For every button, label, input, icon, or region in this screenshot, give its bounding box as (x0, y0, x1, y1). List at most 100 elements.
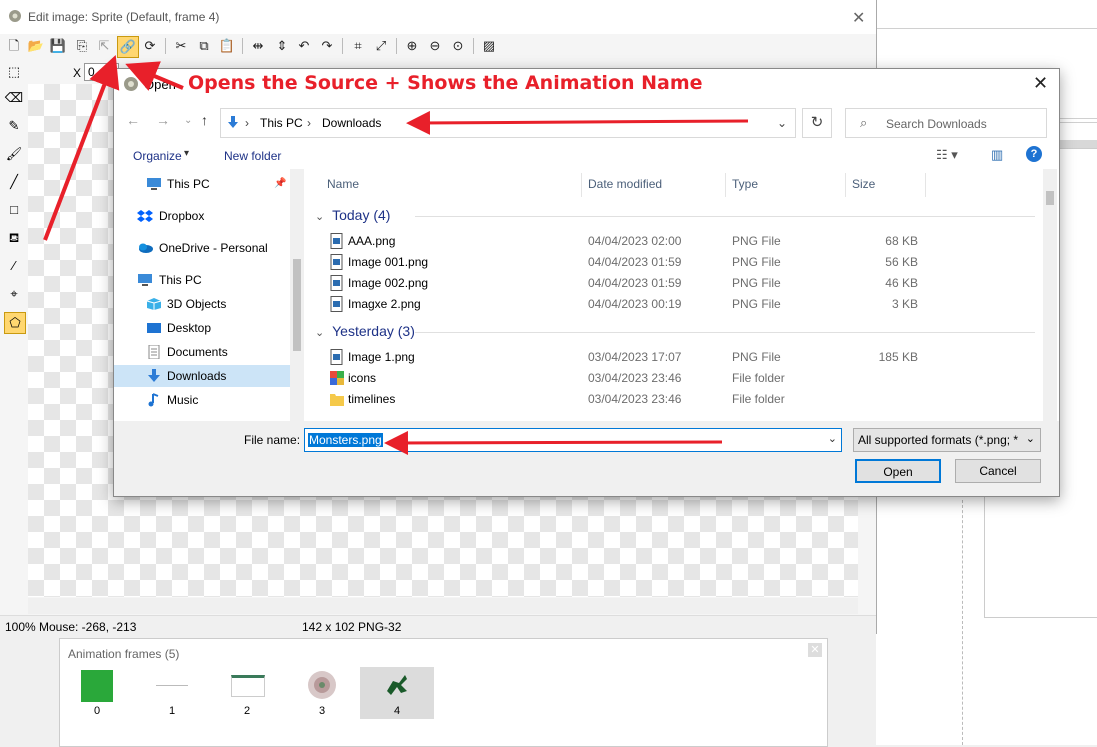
help-icon[interactable]: ? (1026, 146, 1042, 162)
tree-item-onedrive[interactable]: OneDrive - Personal (114, 237, 290, 259)
back-icon[interactable]: ← (126, 112, 140, 128)
open-folder-icon[interactable]: 📂 (26, 36, 46, 56)
chevron-down-icon[interactable]: ⌄ (777, 116, 787, 130)
cancel-button[interactable]: Cancel (955, 459, 1041, 483)
scroll-thumb[interactable] (293, 259, 301, 351)
crop-icon[interactable]: ⌗ (348, 36, 368, 56)
zoom-out-icon[interactable]: ⊖ (425, 36, 445, 56)
filename-value: Monsters.png (308, 433, 383, 447)
search-placeholder: Search Downloads (886, 117, 987, 131)
rotate-left-icon[interactable]: ↶ (294, 36, 314, 56)
close-icon[interactable]: ✕ (808, 643, 822, 657)
column-header-type[interactable]: Type (732, 177, 758, 191)
chevron-down-icon[interactable]: ⌄ (828, 432, 837, 445)
tree-item-dropbox[interactable]: Dropbox (114, 205, 290, 227)
divider (876, 28, 1097, 29)
animation-frame[interactable]: 0 (60, 667, 134, 719)
link-source-icon[interactable]: 🔗 (117, 36, 139, 58)
zoom-in-icon[interactable]: ⊕ (402, 36, 422, 56)
scroll-thumb[interactable] (1046, 191, 1054, 205)
select-icon[interactable]: ⬚ (4, 62, 24, 82)
line-icon[interactable]: ╱ (4, 172, 24, 192)
group-header[interactable]: ⌄ Yesterday (3) (315, 323, 1035, 339)
tree-item-label: This PC (167, 177, 210, 191)
tree-item-desktop[interactable]: Desktop (114, 317, 290, 339)
forward-icon[interactable]: → (156, 112, 170, 128)
breadcrumb-item[interactable]: This PC (260, 116, 303, 130)
tree-scrollbar[interactable] (290, 169, 304, 421)
tree-item-music[interactable]: Music (114, 389, 290, 411)
column-header-date[interactable]: Date modified (588, 177, 662, 191)
tree-item-documents[interactable]: Documents (114, 341, 290, 363)
file-list: Name Date modified Type Size ⌄ Today (4)… (307, 169, 1059, 421)
list-scrollbar[interactable] (1043, 169, 1057, 421)
eyedropper-icon[interactable]: ⁄ (4, 256, 24, 276)
file-type: File folder (732, 392, 785, 406)
file-date: 04/04/2023 02:00 (588, 234, 682, 248)
chevron-down-icon: ⌄ (1025, 433, 1035, 445)
flip-vertical-icon[interactable]: ⇕ (272, 36, 292, 56)
rotate-right-icon[interactable]: ↷ (317, 36, 337, 56)
horizontal-scrollbar[interactable] (28, 598, 858, 614)
animation-frame[interactable]: 3 (285, 667, 359, 719)
tree-item-this-pc[interactable]: This PC 📌 (114, 173, 290, 195)
reload-icon[interactable]: ⟳ (140, 36, 160, 56)
address-bar[interactable]: › This PC › Downloads ⌄ (220, 108, 796, 138)
paste-icon[interactable]: 📋 (217, 36, 237, 56)
up-icon[interactable]: ↑ (201, 112, 208, 128)
file-type-select[interactable]: All supported formats (*.png; *. ⌄ (853, 428, 1041, 452)
folder-row[interactable]: timelines 03/04/2023 23:46 File folder (307, 389, 1037, 410)
polygon-icon[interactable]: ⬠ (4, 312, 26, 334)
save-icon[interactable]: 💾 (48, 36, 68, 56)
dashed-guide (962, 500, 964, 745)
animation-frame[interactable]: 2 (210, 667, 284, 719)
animation-frame-selected[interactable]: 4 (360, 667, 434, 719)
column-header-name[interactable]: Name (327, 177, 359, 191)
new-file-icon[interactable]: 🗋 (4, 36, 24, 56)
rectangle-icon[interactable]: □ (4, 200, 24, 220)
filename-input[interactable]: Monsters.png ⌄ (304, 428, 842, 452)
zoom-reset-icon[interactable]: ⊙ (448, 36, 468, 56)
export-icon[interactable]: ⇱ (94, 36, 114, 56)
new-folder-button[interactable]: New folder (224, 149, 281, 163)
file-row[interactable]: Image 002.png 04/04/2023 01:59 PNG File … (307, 273, 1037, 294)
file-icon (330, 296, 343, 312)
refresh-icon[interactable]: ↻ (802, 108, 832, 138)
copy-icon[interactable]: ⧉ (194, 36, 214, 56)
close-icon[interactable]: ✕ (852, 8, 865, 28)
column-header-size[interactable]: Size (852, 177, 875, 191)
fill-bucket-icon[interactable]: ⛾ (4, 228, 24, 248)
transparency-icon[interactable]: ▨ (479, 36, 499, 56)
file-type: PNG File (732, 350, 781, 364)
breadcrumb-item[interactable]: Downloads (322, 116, 381, 130)
resize-icon[interactable]: ⤢ (371, 36, 391, 56)
chevron-down-icon[interactable]: ⌄ (184, 115, 192, 126)
brush-icon[interactable]: 🖌 (4, 144, 24, 164)
folder-row[interactable]: icons 03/04/2023 23:46 File folder (307, 368, 1037, 389)
cube-icon (146, 298, 162, 310)
tree-item-downloads[interactable]: Downloads (114, 365, 290, 387)
search-box[interactable]: ⌕ Search Downloads (845, 108, 1047, 138)
organize-button[interactable]: Organize (133, 149, 182, 163)
eraser-icon[interactable]: ⌫ (4, 88, 24, 108)
save-copy-icon[interactable]: ⎘ (72, 36, 92, 56)
chevron-down-icon: ▾ (184, 148, 190, 159)
file-row[interactable]: AAA.png 04/04/2023 02:00 PNG File 68 KB (307, 231, 1037, 252)
open-button[interactable]: Open (855, 459, 941, 483)
close-icon[interactable]: ✕ (1033, 73, 1048, 94)
group-header[interactable]: ⌄ Today (4) (315, 207, 1035, 223)
file-date: 03/04/2023 23:46 (588, 371, 682, 385)
preview-pane-icon[interactable]: ▥ (991, 147, 1003, 163)
file-row[interactable]: Imagxe 2.png 04/04/2023 00:19 PNG File 3… (307, 294, 1037, 315)
flip-horizontal-icon[interactable]: ⇹ (248, 36, 268, 56)
animation-frame[interactable]: 1 (135, 667, 209, 719)
file-row[interactable]: Image 001.png 04/04/2023 01:59 PNG File … (307, 252, 1037, 273)
pencil-icon[interactable]: ✎ (4, 116, 24, 136)
tree-item-this-pc[interactable]: This PC (114, 269, 290, 291)
cut-icon[interactable]: ✂ (171, 36, 191, 56)
file-row[interactable]: Image 1.png 03/04/2023 17:07 PNG File 18… (307, 347, 1037, 368)
origin-icon[interactable]: ⌖ (4, 284, 24, 304)
tree-item-3d-objects[interactable]: 3D Objects (114, 293, 290, 315)
tree-item-label: OneDrive - Personal (159, 241, 268, 255)
view-options-icon[interactable]: ☷ ▾ (936, 147, 958, 163)
